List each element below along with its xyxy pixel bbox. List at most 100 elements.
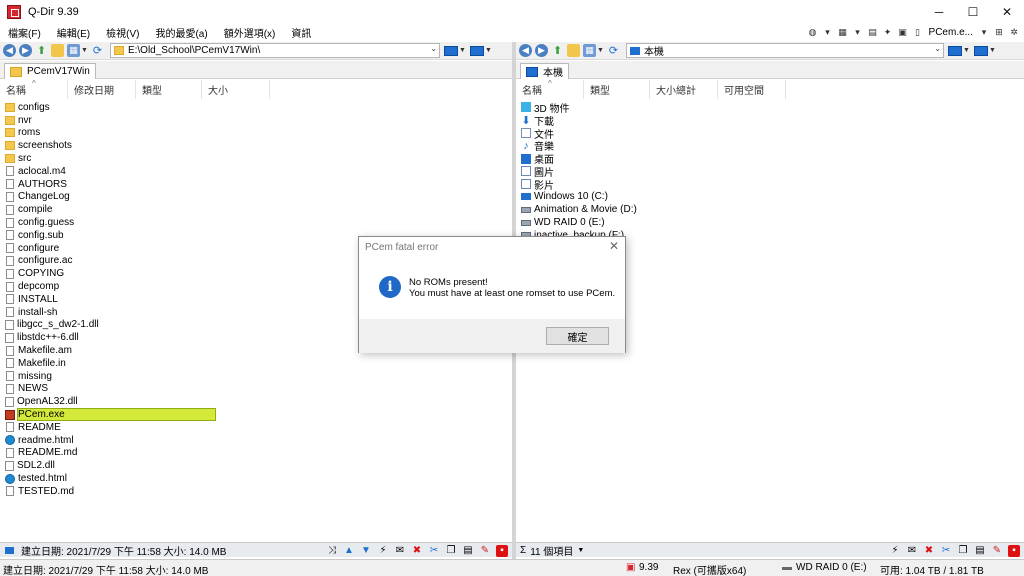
list-item[interactable]: AUTHORS: [0, 178, 512, 191]
monitor-icon[interactable]: ▼: [947, 44, 970, 57]
rename-icon[interactable]: ✎: [479, 545, 491, 557]
chevron-down-icon[interactable]: ▼: [597, 47, 604, 54]
list-item[interactable]: src: [0, 152, 512, 165]
back-icon[interactable]: ◀: [3, 44, 16, 57]
monitor-icon[interactable]: ▼: [443, 44, 466, 57]
list-item[interactable]: Windows 10 (C:): [516, 191, 1024, 204]
dialog-close-button[interactable]: ✕: [609, 239, 619, 253]
arrow-up-icon[interactable]: ▲: [343, 545, 355, 557]
grid-icon[interactable]: ▣: [897, 27, 909, 39]
menu-info[interactable]: 資訊: [283, 25, 319, 40]
column-type[interactable]: 類型: [584, 80, 650, 99]
list-item[interactable]: 文件: [516, 127, 1024, 141]
globe-icon[interactable]: ◍: [807, 27, 819, 39]
tab-pcemv17win[interactable]: PCemV17Win: [4, 63, 96, 79]
list-item[interactable]: ChangeLog: [0, 191, 512, 204]
copy-icon[interactable]: ❐: [957, 545, 969, 557]
column-modified[interactable]: 修改日期: [68, 80, 136, 99]
column-free-space[interactable]: 可用空間: [718, 80, 786, 99]
paste-icon[interactable]: ▤: [462, 545, 474, 557]
list-item[interactable]: WD RAID 0 (E:): [516, 216, 1024, 229]
window-icon[interactable]: ▼: [469, 44, 492, 57]
list-item[interactable]: SDL2.dll: [0, 459, 512, 472]
list-item[interactable]: roms: [0, 127, 512, 140]
chevron-down-icon[interactable]: ⌄: [934, 44, 941, 53]
list-item[interactable]: ⬇ 下載: [516, 114, 1024, 128]
ok-button[interactable]: 確定: [546, 327, 609, 345]
paste-icon[interactable]: ▤: [974, 545, 986, 557]
forward-icon[interactable]: ▶: [535, 44, 548, 57]
list-item[interactable]: configs: [0, 101, 512, 114]
quad-view-icon[interactable]: ⊞: [993, 27, 1005, 39]
pin-icon[interactable]: ✦: [882, 27, 894, 39]
list-item[interactable]: TESTED.md: [0, 485, 512, 498]
rename-icon[interactable]: ✎: [991, 545, 1003, 557]
close-pane-icon[interactable]: ▪: [1008, 544, 1020, 557]
list-item[interactable]: PCem.exe: [0, 408, 512, 422]
settings-icon[interactable]: ✲: [1008, 27, 1020, 39]
menu-favorites[interactable]: 我的最愛(a): [147, 25, 215, 40]
column-name[interactable]: 名稱 ^: [516, 79, 584, 99]
list-item[interactable]: aclocal.m4: [0, 165, 512, 178]
list-item[interactable]: nvr: [0, 114, 512, 127]
layout-icon[interactable]: ▦: [837, 27, 849, 39]
column-type[interactable]: 類型: [136, 80, 202, 99]
select-icon[interactable]: ⤨: [326, 545, 338, 557]
maximize-button[interactable]: ☐: [956, 0, 990, 24]
copy-icon[interactable]: ❐: [445, 545, 457, 557]
view-mode-icon[interactable]: ▦: [583, 44, 596, 57]
list-item[interactable]: OpenAL32.dll: [0, 395, 512, 408]
menu-view[interactable]: 檢視(V): [98, 25, 147, 40]
column-name[interactable]: 名稱 ^: [0, 79, 68, 99]
chevron-down-icon[interactable]: ▾: [852, 27, 864, 39]
menu-file[interactable]: 檔案(F): [0, 25, 49, 40]
list-item[interactable]: tested.html: [0, 472, 512, 485]
minimize-button[interactable]: ─: [922, 0, 956, 24]
cut-icon[interactable]: ✂: [428, 545, 440, 557]
filter-icon[interactable]: ⚡: [889, 545, 901, 557]
window-icon[interactable]: ▼: [973, 44, 996, 57]
chevron-down-icon[interactable]: ▾: [822, 27, 834, 39]
up-folder-icon[interactable]: ⬆: [35, 44, 48, 57]
list-item[interactable]: screenshots: [0, 139, 512, 152]
forward-icon[interactable]: ▶: [19, 44, 32, 57]
right-address-bar[interactable]: 本機 ⌄: [625, 43, 944, 58]
list-item[interactable]: 影片: [516, 178, 1024, 192]
refresh-icon[interactable]: ⟳: [607, 44, 620, 57]
list-item[interactable]: ♪ 音樂: [516, 139, 1024, 154]
new-folder-icon[interactable]: [51, 44, 64, 57]
delete-icon[interactable]: ✖: [923, 545, 935, 557]
list-item[interactable]: compile: [0, 203, 512, 216]
tree-icon[interactable]: ▤: [867, 27, 879, 39]
chevron-down-icon[interactable]: ⌄: [430, 44, 437, 53]
close-pane-icon[interactable]: ▪: [496, 544, 508, 557]
list-item[interactable]: 桌面: [516, 152, 1024, 166]
list-item[interactable]: readme.html: [0, 434, 512, 447]
cut-icon[interactable]: ✂: [940, 545, 952, 557]
chevron-down-icon[interactable]: ▾: [978, 27, 990, 39]
tab-this-pc[interactable]: 本機: [520, 63, 569, 79]
list-item[interactable]: Makefile.in: [0, 357, 512, 370]
list-item[interactable]: missing: [0, 370, 512, 383]
list-item[interactable]: README: [0, 421, 512, 434]
mail-icon[interactable]: ✉: [394, 545, 406, 557]
menu-extras[interactable]: 額外選項(x): [216, 25, 284, 40]
chevron-down-icon[interactable]: ▼: [577, 547, 584, 554]
left-address-bar[interactable]: E:\Old_School\PCemV17Win\ ⌄: [109, 43, 440, 58]
list-item[interactable]: 3D 物件: [516, 101, 1024, 115]
list-item[interactable]: Animation & Movie (D:): [516, 203, 1024, 216]
arrow-down-icon[interactable]: ▼: [360, 545, 372, 557]
list-item[interactable]: NEWS: [0, 383, 512, 396]
view-mode-icon[interactable]: ▦: [67, 44, 80, 57]
menu-edit[interactable]: 編輯(E): [49, 25, 98, 40]
back-icon[interactable]: ◀: [519, 44, 532, 57]
list-item[interactable]: README.md: [0, 447, 512, 460]
up-folder-icon[interactable]: ⬆: [551, 44, 564, 57]
filter-icon[interactable]: ⚡: [377, 545, 389, 557]
delete-icon[interactable]: ✖: [411, 545, 423, 557]
column-size[interactable]: 大小: [202, 80, 270, 99]
column-total-size[interactable]: 大小總計: [650, 80, 718, 99]
chevron-down-icon[interactable]: ▼: [81, 47, 88, 54]
refresh-icon[interactable]: ⟳: [91, 44, 104, 57]
close-button[interactable]: ✕: [990, 0, 1024, 24]
